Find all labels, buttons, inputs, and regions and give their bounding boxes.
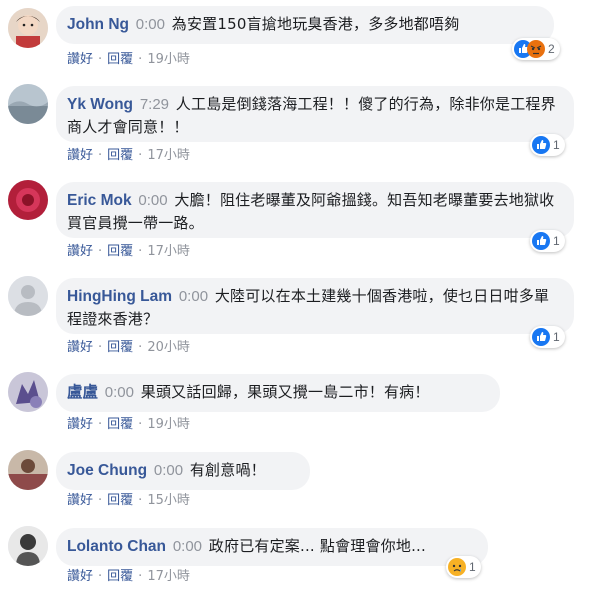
- comment-age[interactable]: 15小時: [147, 493, 190, 508]
- comment-timestamp[interactable]: 0:00: [173, 538, 202, 555]
- comment-timestamp[interactable]: 0:00: [136, 16, 165, 33]
- separator: ·: [138, 244, 143, 259]
- comment-actions: 讚好 · 回覆 · 17小時: [67, 568, 190, 586]
- separator: ·: [98, 493, 103, 508]
- reply-link[interactable]: 回覆: [107, 340, 133, 355]
- separator: ·: [98, 340, 103, 355]
- reaction-count: 1: [553, 234, 560, 248]
- comment-age[interactable]: 17小時: [147, 569, 190, 584]
- comment-actions: 讚好 · 回覆 · 19小時: [67, 51, 190, 69]
- sad-icon: [448, 558, 466, 576]
- comment-actions: 讚好 · 回覆 · 20小時: [67, 339, 190, 357]
- comment-timestamp[interactable]: 0:00: [105, 384, 134, 401]
- comment-bubble: 盧盧 0:00 果頭又話回歸，果頭又攪一島二市！有病！: [56, 374, 500, 412]
- comment-text: 有創意喎！: [189, 461, 266, 479]
- comment-age[interactable]: 17小時: [147, 148, 190, 163]
- comment-bubble: John Ng 0:00 為安置150盲搶地玩臭香港，多多地都唔夠: [56, 6, 554, 44]
- separator: ·: [98, 417, 103, 432]
- like-link[interactable]: 讚好: [67, 569, 93, 584]
- like-icon: [532, 232, 550, 250]
- reaction-summary[interactable]: 1: [530, 134, 565, 156]
- reaction-count: 1: [553, 138, 560, 152]
- separator: ·: [138, 493, 143, 508]
- comment-author[interactable]: 盧盧: [67, 384, 98, 401]
- like-icon: [532, 328, 550, 346]
- separator: ·: [98, 52, 103, 67]
- comment-actions: 讚好 · 回覆 · 17小時: [67, 243, 190, 261]
- reaction-summary[interactable]: 2: [512, 38, 560, 60]
- comment-text: 政府已有定案... 點會理會你地...: [208, 537, 426, 555]
- comment-timestamp[interactable]: 7:29: [140, 96, 169, 113]
- like-icon: [532, 136, 550, 154]
- reaction-count: 1: [553, 330, 560, 344]
- comment-timestamp[interactable]: 0:00: [154, 462, 183, 479]
- separator: ·: [138, 569, 143, 584]
- separator: ·: [98, 244, 103, 259]
- separator: ·: [138, 340, 143, 355]
- comment-timestamp[interactable]: 0:00: [138, 192, 167, 209]
- comment-actions: 讚好 · 回覆 · 15小時: [67, 492, 190, 510]
- comment-bubble: Eric Mok 0:00 大膽！阻住老曝董及阿爺搵錢。知吾知老曝董要去地獄收買…: [56, 182, 574, 238]
- comment-age[interactable]: 17小時: [147, 244, 190, 259]
- comment-text: 為安置150盲搶地玩臭香港，多多地都唔夠: [171, 15, 460, 33]
- comment-author[interactable]: Eric Mok: [67, 192, 132, 209]
- like-link[interactable]: 讚好: [67, 52, 93, 67]
- reaction-summary[interactable]: 1: [530, 326, 565, 348]
- angry-icon: [527, 40, 545, 58]
- reaction-summary[interactable]: 1: [530, 230, 565, 252]
- comment-bubble: HingHing Lam 0:00 大陸可以在本土建幾十個香港啦，使乜日日咁多單…: [56, 278, 574, 334]
- avatar[interactable]: [8, 450, 48, 490]
- like-link[interactable]: 讚好: [67, 340, 93, 355]
- avatar[interactable]: [8, 526, 48, 566]
- comment-bubble: Yk Wong 7:29 人工島是倒錢落海工程！！傻了的行為，除非你是工程界商人…: [56, 86, 574, 142]
- comment-author[interactable]: John Ng: [67, 16, 129, 33]
- like-link[interactable]: 讚好: [67, 148, 93, 163]
- separator: ·: [98, 569, 103, 584]
- like-link[interactable]: 讚好: [67, 417, 93, 432]
- reply-link[interactable]: 回覆: [107, 244, 133, 259]
- comment-timestamp[interactable]: 0:00: [179, 288, 208, 305]
- comment-bubble: Joe Chung 0:00 有創意喎！: [56, 452, 310, 490]
- comment-author[interactable]: Yk Wong: [67, 96, 133, 113]
- comment-bubble: Lolanto Chan 0:00 政府已有定案... 點會理會你地...: [56, 528, 488, 566]
- reply-link[interactable]: 回覆: [107, 148, 133, 163]
- reply-link[interactable]: 回覆: [107, 569, 133, 584]
- comment-author[interactable]: HingHing Lam: [67, 288, 172, 305]
- reply-link[interactable]: 回覆: [107, 493, 133, 508]
- separator: ·: [138, 417, 143, 432]
- reply-link[interactable]: 回覆: [107, 52, 133, 67]
- avatar[interactable]: [8, 8, 48, 48]
- separator: ·: [138, 52, 143, 67]
- comment-age[interactable]: 20小時: [147, 340, 190, 355]
- separator: ·: [98, 148, 103, 163]
- comment-age[interactable]: 19小時: [147, 52, 190, 67]
- reply-link[interactable]: 回覆: [107, 417, 133, 432]
- reaction-summary[interactable]: 1: [446, 556, 481, 578]
- reaction-count: 2: [548, 42, 555, 56]
- comment-age[interactable]: 19小時: [147, 417, 190, 432]
- comment-text: 果頭又話回歸，果頭又攪一島二市！有病！: [140, 383, 430, 401]
- comment-author[interactable]: Lolanto Chan: [67, 538, 166, 555]
- avatar[interactable]: [8, 372, 48, 412]
- comment-actions: 讚好 · 回覆 · 17小時: [67, 147, 190, 165]
- avatar[interactable]: [8, 180, 48, 220]
- reaction-count: 1: [469, 560, 476, 574]
- comment-author[interactable]: Joe Chung: [67, 462, 147, 479]
- avatar[interactable]: [8, 84, 48, 124]
- like-link[interactable]: 讚好: [67, 244, 93, 259]
- avatar[interactable]: [8, 276, 48, 316]
- separator: ·: [138, 148, 143, 163]
- comment-actions: 讚好 · 回覆 · 19小時: [67, 416, 190, 434]
- like-link[interactable]: 讚好: [67, 493, 93, 508]
